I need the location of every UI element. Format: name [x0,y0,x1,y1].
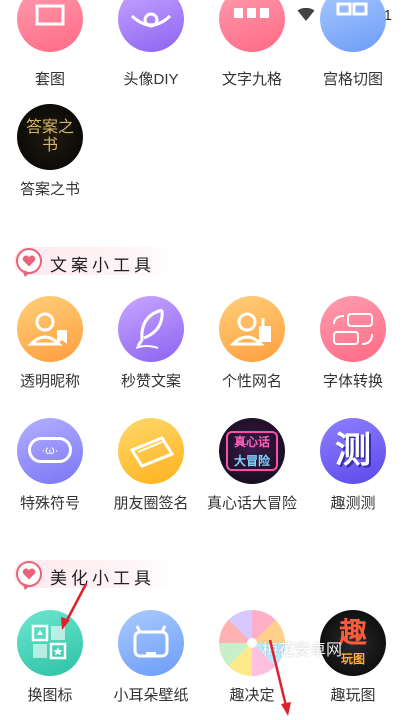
tool-change-icon[interactable]: 换图标 [0,610,100,720]
eye-avatar-icon [118,0,184,52]
copy-tools-row-2: ·ω· 特殊符号 朋友圈签名 真心话 大冒险 真心话大冒险 测 趣测测 [0,418,404,528]
tool-label: 趣决定 [229,687,275,704]
tool-fun-decision[interactable]: 趣决定 [202,610,302,720]
section-title: 美化小工具 [50,569,155,589]
tool-label: 趣玩图 [330,687,376,704]
tool-label: 趣测测 [330,495,376,512]
tool-label: 秒赞文案 [120,373,181,390]
tool-label: 小耳朵壁纸 [113,687,189,704]
tool-label: 头像DIY [123,71,179,88]
tool-grid-cut[interactable]: 宫格切图 [303,0,403,110]
answer-book-icon: 答案之书 [17,104,83,170]
tool-quick-like-copy[interactable]: 秒赞文案 [101,296,201,406]
moments-signature-icon [118,418,184,484]
tool-avatar-diy[interactable]: 头像DIY [101,0,201,110]
tool-transparent-nickname[interactable]: 透明昵称 [0,296,100,406]
tool-label: 字体转换 [322,373,383,390]
tool-label: 答案之书 [19,181,80,198]
tool-label: 透明昵称 [19,373,80,390]
answer-book-icon-text: 答案之书 [25,117,74,154]
tool-answer-book[interactable]: 答案之书 答案之书 [0,104,100,214]
tool-label: 套图 [34,71,65,88]
section-title: 文案小工具 [50,256,155,276]
heart-bubble-icon [16,248,42,274]
tool-font-convert[interactable]: 字体转换 [303,296,403,406]
tool-special-symbols[interactable]: ·ω· 特殊符号 [0,418,100,528]
tool-label: 个性网名 [221,373,282,390]
tool-label: 换图标 [27,687,73,704]
tool-picture-set[interactable]: 套图 [0,0,100,110]
profile-name-icon [219,296,285,362]
picture-set-icon [17,0,83,52]
special-symbol-icon-text: ·ω· [28,437,72,463]
tool-label: 真心话大冒险 [206,495,297,512]
top-tools-row: 套图 头像DIY 文字九格 宫格切图 [0,0,404,110]
section-header-copy-tools: 文案小工具 [14,245,174,277]
ear-wallpaper-icon [118,610,184,676]
heart-bubble-icon [16,561,42,587]
feather-icon [118,296,184,362]
truth-or-dare-text-1: 真心话 [233,435,270,449]
tool-truth-or-dare[interactable]: 真心话 大冒险 真心话大冒险 [202,418,302,528]
tool-label: 朋友圈签名 [113,495,189,512]
tool-label: 宫格切图 [322,71,383,88]
fun-test-icon-text: 测 [334,429,371,470]
font-convert-icon [320,296,386,362]
tool-fun-image[interactable]: 趣 玩图 趣玩图 [303,610,403,720]
tool-personal-name[interactable]: 个性网名 [202,296,302,406]
watermark-text: 梅花安卓网 [262,642,343,659]
tool-label: 特殊符号 [19,495,80,512]
tool-label: 文字九格 [221,71,282,88]
tool-fun-test[interactable]: 测 趣测测 [303,418,403,528]
grid-cut-icon [320,0,386,52]
transparent-nickname-icon [17,296,83,362]
section-header-beautify-tools: 美化小工具 [14,558,174,590]
nine-grid-text-icon [219,0,285,52]
truth-or-dare-text-2: 大冒险 [233,454,270,468]
tool-moments-signature[interactable]: 朋友圈签名 [101,418,201,528]
answer-book-row: 答案之书 答案之书 [0,104,404,214]
tool-ear-wallpaper[interactable]: 小耳朵壁纸 [101,610,201,720]
beautify-tools-row: 换图标 小耳朵壁纸 趣决定 趣 玩图 趣玩图 [0,610,404,720]
copy-tools-row-1: 透明昵称 秒赞文案 个性网名 字体转换 [0,296,404,406]
truth-or-dare-icon: 真心话 大冒险 [219,418,285,484]
tool-nine-grid-text[interactable]: 文字九格 [202,0,302,110]
change-icon-icon [17,610,83,676]
special-symbol-icon: ·ω· [17,418,83,484]
fun-test-icon: 测 [320,418,386,484]
